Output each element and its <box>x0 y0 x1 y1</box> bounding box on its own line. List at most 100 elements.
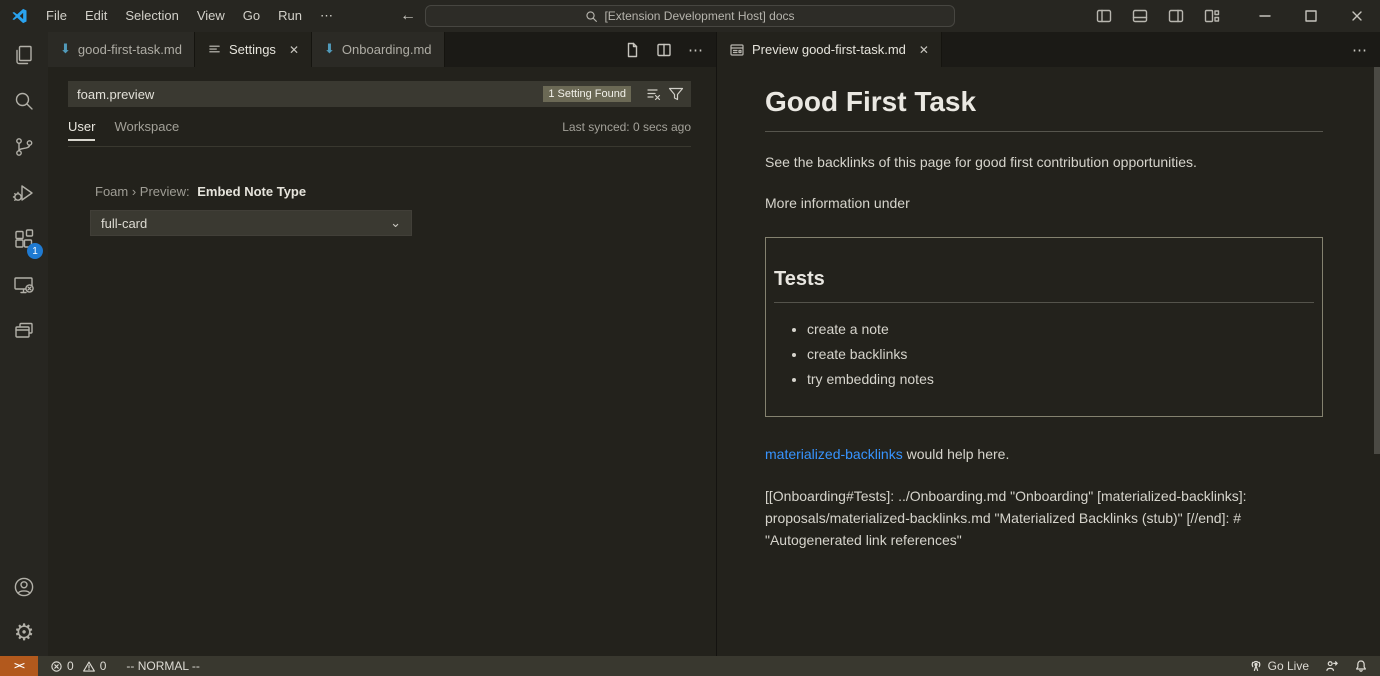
account-icon <box>12 575 36 599</box>
editor-group-left: ⬇ good-first-task.md Settings ✕ ⬇ Onboar… <box>48 32 717 656</box>
menu-view[interactable]: View <box>188 0 234 32</box>
settings-found-badge: 1 Setting Found <box>543 86 631 102</box>
markdown-preview: Good First Task See the backlinks of thi… <box>717 67 1380 656</box>
split-editor-icon[interactable] <box>656 42 672 58</box>
settings-list-icon <box>207 42 222 57</box>
editor-actions-right: ⋯ <box>1352 41 1368 59</box>
list-item: create backlinks <box>807 346 1314 362</box>
menu-file[interactable]: File <box>37 0 76 32</box>
menu-selection[interactable]: Selection <box>116 0 187 32</box>
error-icon <box>50 660 63 673</box>
run-debug-icon <box>12 181 36 205</box>
embedded-note-list: create a note create backlinks try embed… <box>774 321 1314 387</box>
settings-search-input[interactable]: foam.preview 1 Setting Found <box>68 81 691 107</box>
tab-preview-good-first-task[interactable]: Preview good-first-task.md ✕ <box>717 32 942 67</box>
last-synced-label: Last synced: 0 secs ago <box>562 120 691 134</box>
status-bar-right: Go Live <box>1249 659 1380 673</box>
accounts-button[interactable] <box>0 564 48 610</box>
embedded-note-title: Tests <box>774 268 1314 291</box>
more-actions-icon[interactable]: ⋯ <box>1352 41 1368 59</box>
preview-paragraph: More information under <box>765 195 1323 211</box>
list-item: create a note <box>807 321 1314 337</box>
vscode-logo-icon <box>10 7 28 25</box>
command-center-label: [Extension Development Host] docs <box>604 9 794 23</box>
markdown-file-icon: ⬇ <box>324 43 335 56</box>
list-item: try embedding notes <box>807 371 1314 387</box>
markdown-file-icon: ⬇ <box>60 43 71 56</box>
activity-bar: 1 <box>0 32 48 656</box>
chevron-down-icon: ⌄ <box>390 215 401 231</box>
manage-settings-button[interactable]: ⚙ <box>0 610 48 656</box>
maximize-icon <box>1303 8 1319 24</box>
clear-settings-search-icon[interactable] <box>646 86 662 102</box>
more-actions-icon[interactable]: ⋯ <box>688 41 704 59</box>
go-live-button[interactable]: Go Live <box>1249 659 1309 673</box>
error-count: 0 <box>67 659 74 673</box>
activity-run-debug[interactable] <box>0 170 48 216</box>
source-control-branch-icon <box>12 135 36 159</box>
go-live-label: Go Live <box>1268 659 1309 673</box>
tabbar-left: ⬇ good-first-task.md Settings ✕ ⬇ Onboar… <box>48 32 716 67</box>
preview-scrollbar-thumb[interactable] <box>1374 67 1380 454</box>
activity-source-control[interactable] <box>0 124 48 170</box>
toggle-secondary-sidebar-icon[interactable] <box>1168 8 1184 24</box>
remote-icon: >< <box>14 661 24 672</box>
remote-indicator[interactable]: >< <box>0 656 38 676</box>
settings-scope-tabs: User Workspace Last synced: 0 secs ago <box>68 107 691 147</box>
menu-go[interactable]: Go <box>234 0 269 32</box>
menu-run[interactable]: Run <box>269 0 311 32</box>
h2-divider <box>774 302 1314 303</box>
warning-count: 0 <box>100 659 107 673</box>
minimize-icon <box>1257 8 1273 24</box>
activity-explorer[interactable] <box>0 32 48 78</box>
activity-remote-explorer[interactable] <box>0 262 48 308</box>
activity-extensions[interactable]: 1 <box>0 216 48 262</box>
embedded-note-card: Tests create a note create backlinks try… <box>765 237 1323 417</box>
toggle-primary-sidebar-icon[interactable] <box>1096 8 1112 24</box>
scope-tab-user[interactable]: User <box>68 107 95 147</box>
live-share-person-icon[interactable] <box>1324 659 1339 673</box>
extensions-badge: 1 <box>27 243 43 259</box>
customize-layout-icon[interactable] <box>1204 8 1220 24</box>
tab-good-first-task[interactable]: ⬇ good-first-task.md <box>48 32 195 67</box>
back-icon[interactable]: ← <box>400 7 416 25</box>
activity-search[interactable] <box>0 78 48 124</box>
tab-label: Onboarding.md <box>342 42 432 57</box>
minimize-button[interactable] <box>1242 0 1288 32</box>
tab-settings[interactable]: Settings ✕ <box>195 32 312 67</box>
activity-windows-view[interactable] <box>0 308 48 354</box>
close-window-button[interactable] <box>1334 0 1380 32</box>
maximize-button[interactable] <box>1288 0 1334 32</box>
command-center-search[interactable]: [Extension Development Host] docs <box>425 5 955 27</box>
tab-label: good-first-task.md <box>78 42 182 57</box>
settings-search-value: foam.preview <box>77 87 543 102</box>
menu-overflow-icon[interactable]: ⋯ <box>311 0 342 32</box>
open-settings-json-icon[interactable] <box>624 42 640 58</box>
setting-category: Foam › Preview: <box>95 184 190 199</box>
tabbar-right: Preview good-first-task.md ✕ ⋯ <box>717 32 1380 67</box>
layout-controls <box>1096 8 1220 24</box>
settings-editor: foam.preview 1 Setting Found User Worksp… <box>48 67 716 656</box>
embed-note-type-select[interactable]: full-card ⌄ <box>90 210 412 236</box>
window-controls <box>1096 0 1380 32</box>
close-tab-icon[interactable]: ✕ <box>919 43 929 57</box>
preview-paragraph: materialized-backlinks would help here. <box>765 446 1323 462</box>
notifications-bell-icon[interactable] <box>1354 659 1368 673</box>
scope-tab-workspace[interactable]: Workspace <box>114 107 179 147</box>
problems-status[interactable]: 0 0 <box>50 659 110 673</box>
materialized-backlinks-link[interactable]: materialized-backlinks <box>765 446 903 462</box>
tab-label: Settings <box>229 42 276 57</box>
menu-edit[interactable]: Edit <box>76 0 116 32</box>
tab-onboarding[interactable]: ⬇ Onboarding.md <box>312 32 445 67</box>
titlebar: File Edit Selection View Go Run ⋯ ← → [E… <box>0 0 1380 32</box>
setting-label: Foam › Preview: Embed Note Type <box>95 184 691 199</box>
close-tab-icon[interactable]: ✕ <box>289 43 299 57</box>
warning-icon <box>82 660 96 673</box>
filter-icon[interactable] <box>668 86 684 102</box>
setting-name: Embed Note Type <box>197 184 306 199</box>
link-suffix-text: would help here. <box>903 446 1010 462</box>
stacked-windows-icon <box>12 319 36 343</box>
gear-icon: ⚙ <box>14 622 35 645</box>
vim-mode-indicator[interactable]: -- NORMAL -- <box>126 659 200 673</box>
toggle-panel-icon[interactable] <box>1132 8 1148 24</box>
